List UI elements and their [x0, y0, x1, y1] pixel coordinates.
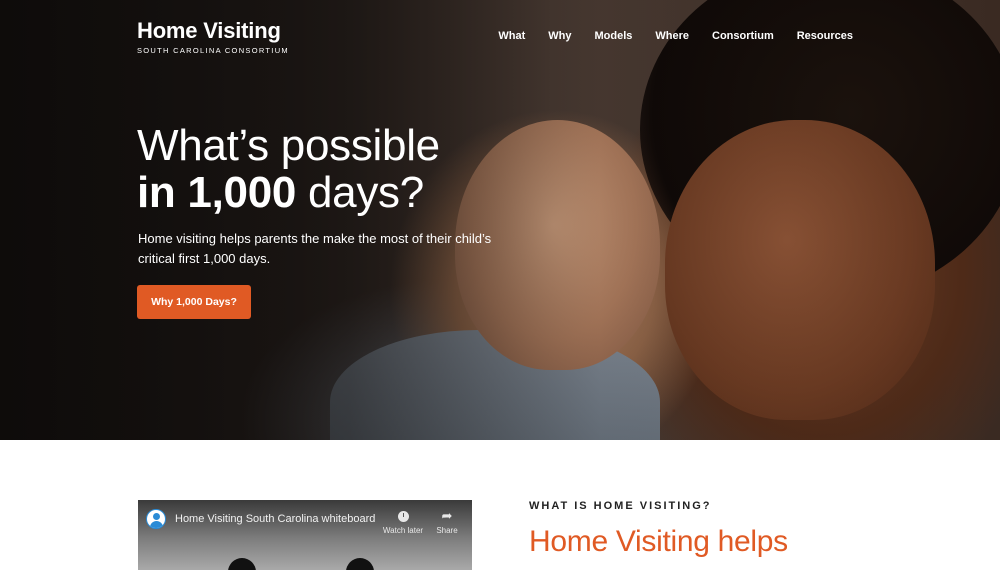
- logo-title: Home Visiting: [137, 18, 281, 43]
- hero-title: What’s possible in 1,000 days?: [137, 122, 557, 216]
- video-embed[interactable]: Home Visiting South Carolina whiteboard …: [138, 500, 472, 570]
- nav-item-consortium[interactable]: Consortium: [712, 30, 774, 42]
- nav-item-models[interactable]: Models: [594, 30, 632, 42]
- hero-description: Home visiting helps parents the make the…: [138, 231, 492, 266]
- nav-item-why[interactable]: Why: [548, 30, 571, 42]
- video-thumbnail-figures: [228, 558, 388, 570]
- site-logo[interactable]: Home Visiting SOUTH CAROLINA CONSORTIUM: [137, 18, 289, 57]
- hero-title-line1: What’s possible: [137, 121, 440, 170]
- watch-later-button[interactable]: Watch later: [378, 508, 428, 535]
- clock-icon: [397, 511, 409, 523]
- share-button[interactable]: ➦ Share: [422, 508, 472, 535]
- hero-banner: [0, 0, 1000, 440]
- nav-item-resources[interactable]: Resources: [797, 30, 853, 42]
- video-title[interactable]: Home Visiting South Carolina whiteboard: [175, 513, 375, 525]
- hero-title-bold: in 1,000: [137, 168, 297, 217]
- share-arrow-icon: ➦: [441, 508, 453, 523]
- logo-subtitle: SOUTH CAROLINA CONSORTIUM: [137, 46, 289, 55]
- watch-later-label: Watch later: [382, 526, 424, 535]
- account-avatar-icon[interactable]: [146, 509, 166, 529]
- hero-title-rest: days?: [296, 168, 424, 217]
- section-kicker: WHAT IS HOME VISITING?: [529, 500, 712, 512]
- hero-overlay: [0, 0, 1000, 440]
- share-label: Share: [436, 526, 458, 535]
- nav-item-what[interactable]: What: [498, 30, 525, 42]
- why-1000-days-button[interactable]: Why 1,000 Days?: [137, 285, 251, 319]
- main-nav: What Why Models Where Consortium Resourc…: [498, 30, 853, 42]
- nav-item-where[interactable]: Where: [655, 30, 689, 42]
- section-heading: Home Visiting helps: [529, 525, 788, 558]
